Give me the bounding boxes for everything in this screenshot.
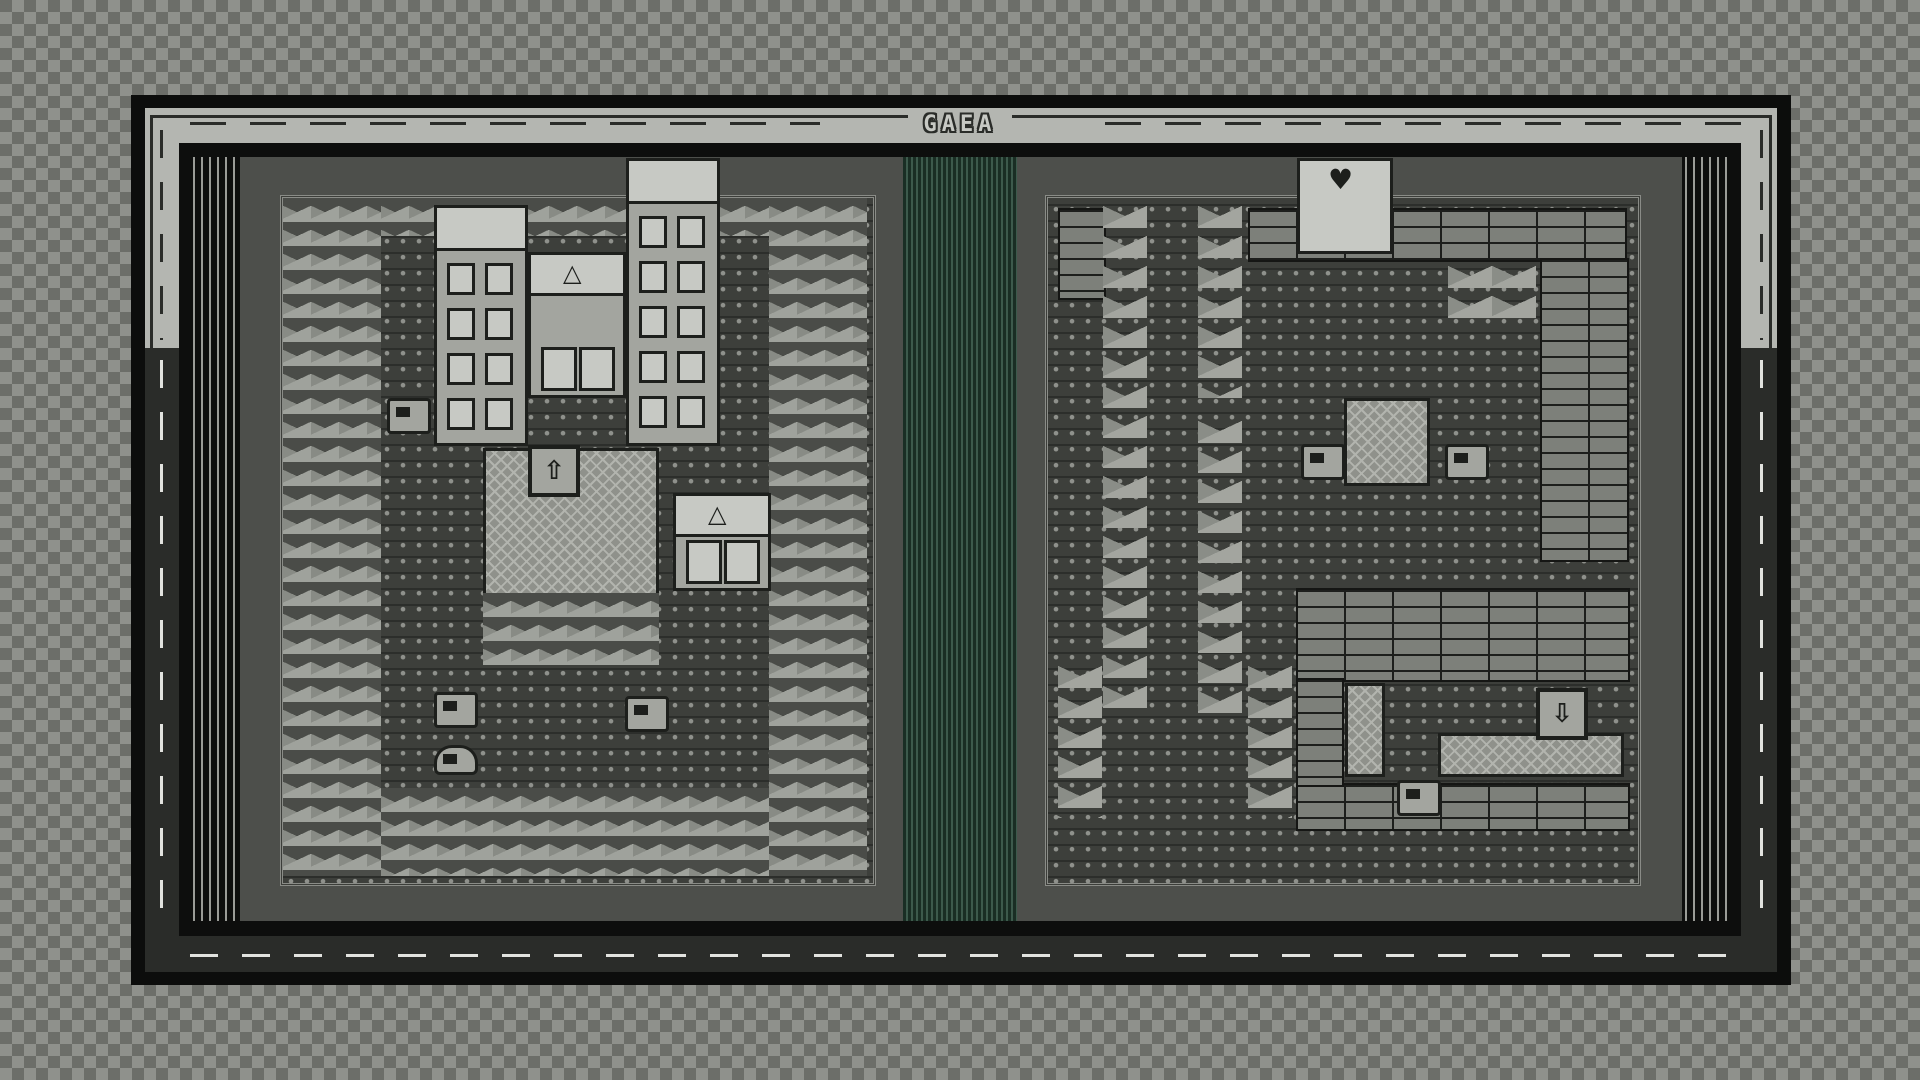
rail-dashes-left-bottom bbox=[160, 360, 163, 930]
tree-column-3 bbox=[1198, 413, 1242, 713]
signpost-sprite[interactable] bbox=[387, 398, 431, 434]
title-plate: GAEA bbox=[908, 109, 1012, 139]
window bbox=[639, 351, 667, 383]
window bbox=[639, 306, 667, 338]
warning-sign-icon: △ bbox=[708, 500, 727, 528]
rail-dashes-right-top bbox=[1760, 130, 1763, 340]
brick-wall-south-block bbox=[1296, 588, 1630, 682]
window bbox=[447, 398, 475, 430]
tower-right bbox=[626, 158, 720, 446]
heart-icon: ♥ bbox=[1328, 163, 1354, 196]
cart-sprite[interactable] bbox=[625, 696, 669, 732]
shop-door bbox=[541, 347, 577, 391]
brick-wall-nw bbox=[1058, 208, 1106, 300]
brick-wall-south-left bbox=[1296, 678, 1344, 787]
window bbox=[677, 351, 705, 383]
window bbox=[447, 308, 475, 340]
corridor-vertical bbox=[1345, 683, 1385, 777]
stairs-down-icon[interactable]: ⇩ bbox=[1536, 688, 1588, 740]
tree-column-2 bbox=[1198, 198, 1242, 398]
stairs-up-icon[interactable]: ⇧ bbox=[528, 445, 580, 497]
shop-sign-north: △ bbox=[531, 255, 623, 296]
shop-door bbox=[686, 540, 722, 584]
window bbox=[677, 216, 705, 248]
left-plaza-trees bbox=[483, 593, 659, 665]
shop-building-south: △ bbox=[673, 493, 771, 591]
warning-sign-icon: △ bbox=[563, 259, 582, 287]
left-forest-east bbox=[769, 198, 867, 876]
tower-right-roof bbox=[629, 161, 717, 204]
speaker-grille-left bbox=[190, 157, 240, 921]
right-map bbox=[1045, 195, 1641, 886]
window bbox=[485, 263, 513, 295]
tower-left bbox=[434, 205, 528, 446]
brick-wall-east bbox=[1540, 258, 1629, 562]
window bbox=[677, 261, 705, 293]
rail-dashes-right-bottom bbox=[1760, 360, 1763, 930]
shop-building-north: △ bbox=[528, 252, 626, 398]
window bbox=[447, 353, 475, 385]
shop-sign-south: △ bbox=[676, 496, 768, 537]
game-title: GAEA bbox=[923, 111, 997, 137]
center-pad bbox=[1344, 398, 1430, 486]
signpost-sprite[interactable] bbox=[1301, 444, 1345, 480]
speaker-grille-right bbox=[1682, 157, 1732, 921]
signpost-sprite[interactable] bbox=[1397, 780, 1441, 816]
rail-dashes-bottom bbox=[190, 954, 1750, 957]
river-divider bbox=[903, 157, 1017, 921]
window bbox=[677, 396, 705, 428]
rail-dashes-top-left bbox=[190, 122, 820, 125]
slime-sprite[interactable] bbox=[434, 745, 478, 775]
tower-left-roof bbox=[437, 208, 525, 251]
creature-sprite[interactable] bbox=[434, 692, 478, 728]
tree-cluster-east bbox=[1448, 258, 1536, 318]
signpost-sprite[interactable] bbox=[1445, 444, 1489, 480]
window bbox=[447, 263, 475, 295]
window bbox=[639, 216, 667, 248]
window bbox=[485, 308, 513, 340]
tree-column-5 bbox=[1248, 658, 1292, 818]
window bbox=[639, 396, 667, 428]
corridor-horizontal bbox=[1438, 733, 1624, 777]
north-gate: ♥ bbox=[1297, 158, 1393, 254]
window bbox=[677, 306, 705, 338]
left-forest-south bbox=[381, 788, 769, 876]
window bbox=[485, 398, 513, 430]
brick-wall-south-bottom bbox=[1296, 783, 1630, 831]
rail-left-outer bbox=[150, 115, 153, 955]
window bbox=[485, 353, 513, 385]
left-forest-west bbox=[283, 198, 381, 876]
rail-right-outer bbox=[1769, 115, 1772, 955]
rail-dashes-left-top bbox=[160, 130, 163, 340]
shop-door bbox=[579, 347, 615, 391]
tree-column-4 bbox=[1058, 658, 1102, 818]
window bbox=[639, 261, 667, 293]
tree-column-1 bbox=[1103, 198, 1147, 708]
shop-door bbox=[724, 540, 760, 584]
rail-dashes-top-right bbox=[1105, 122, 1745, 125]
